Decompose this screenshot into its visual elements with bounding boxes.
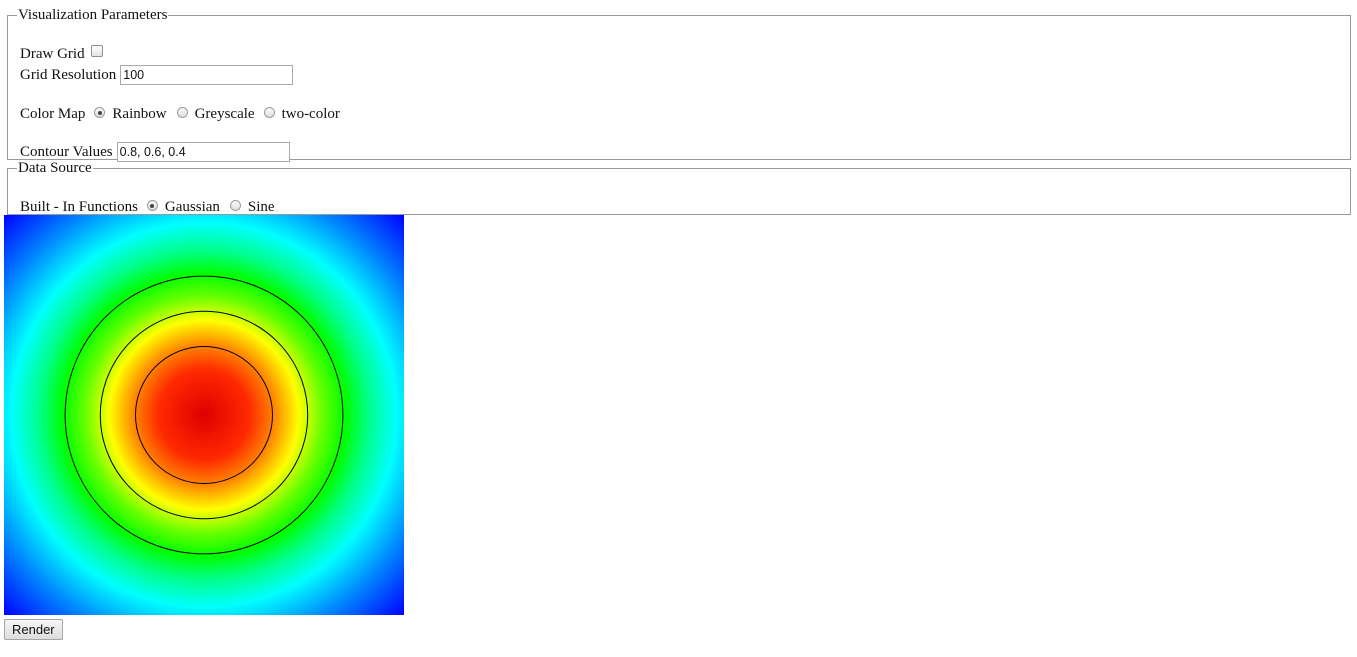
contour-values-label: Contour Values — [20, 144, 113, 160]
draw-grid-row: Draw Grid — [20, 45, 103, 63]
greyscale-radio[interactable] — [176, 107, 188, 118]
sine-radio[interactable] — [229, 200, 241, 211]
grid-resolution-label: Grid Resolution — [20, 67, 117, 83]
built-in-functions-label: Built - In Functions — [20, 199, 138, 215]
grid-resolution-row: Grid Resolution — [20, 65, 294, 85]
color-map-row: Color Map Rainbow Greyscale two-color — [20, 105, 348, 123]
visualization-parameters-legend: Visualization Parameters — [18, 7, 168, 23]
visualization-parameters-group: Visualization Parameters Draw Grid Grid … — [7, 7, 1351, 162]
built-in-functions-row: Built - In Functions Gaussian Sine — [20, 198, 283, 216]
render-canvas — [4, 215, 404, 615]
draw-grid-label: Draw Grid — [20, 46, 85, 62]
render-button[interactable]: Render — [4, 619, 63, 640]
contour-values-input[interactable] — [116, 142, 290, 162]
data-source-group: Data Source Built - In Functions Gaussia… — [7, 161, 1351, 215]
contour-values-row: Contour Values — [20, 142, 290, 162]
rainbow-label: Rainbow — [112, 106, 167, 122]
data-source-legend: Data Source — [18, 160, 92, 176]
sine-label: Sine — [247, 199, 275, 215]
heatmap-field — [4, 215, 404, 615]
color-map-label: Color Map — [20, 106, 86, 122]
greyscale-label: Greyscale — [194, 106, 255, 122]
rainbow-radio[interactable] — [94, 107, 106, 118]
gaussian-label: Gaussian — [164, 199, 220, 215]
gaussian-radio[interactable] — [146, 200, 158, 211]
two-color-label: two-color — [281, 106, 340, 122]
two-color-radio[interactable] — [263, 107, 275, 118]
draw-grid-checkbox[interactable] — [90, 45, 103, 57]
grid-resolution-input[interactable] — [120, 65, 294, 85]
gaussian-contour-plot — [4, 215, 404, 615]
